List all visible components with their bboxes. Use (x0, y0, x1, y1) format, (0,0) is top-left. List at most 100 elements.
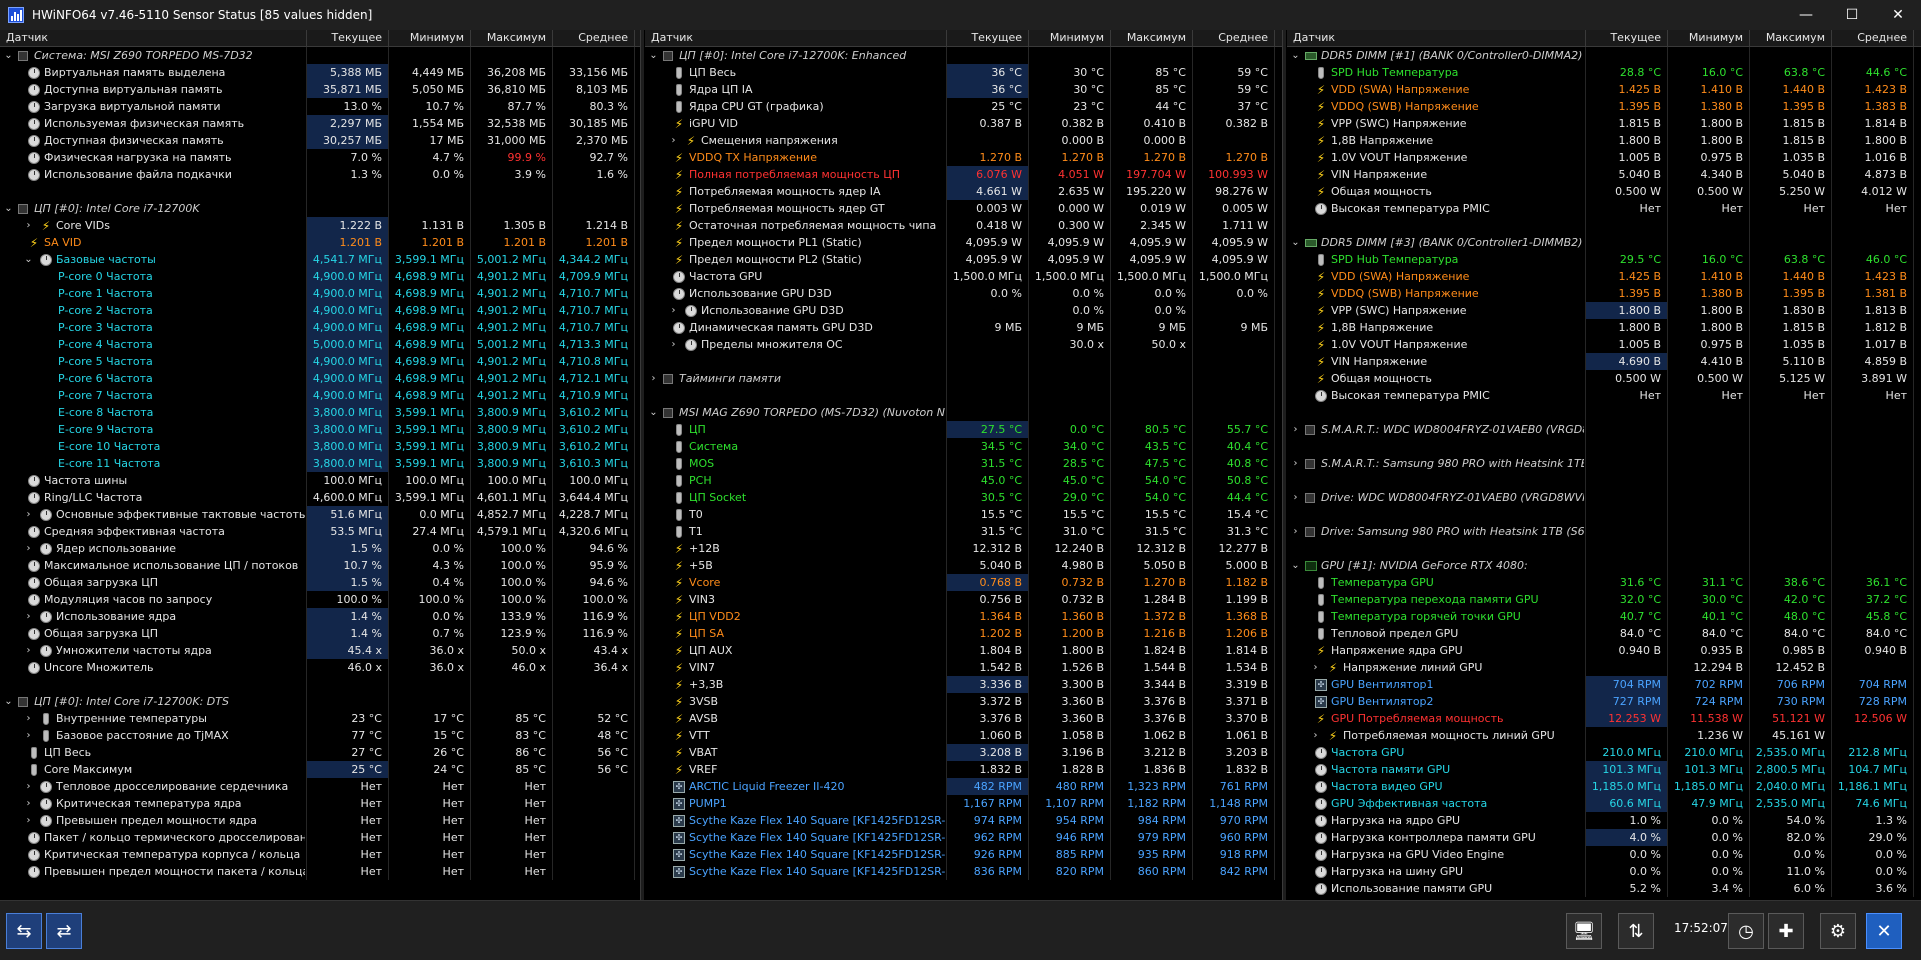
expand-icon[interactable]: › (1291, 424, 1300, 435)
minimize-button[interactable]: — (1783, 0, 1829, 30)
sensor-row[interactable]: Максимальное использование ЦП / потоков 1… (0, 557, 640, 574)
sensor-group-header[interactable]: › Drive: WDC WD8004FRYZ-01VAEB0 (VRGD8WVN… (1287, 489, 1921, 506)
sensor-row[interactable]: P-core 5 Частота 4,900.0 МГц 4,698.9 МГц 4,… (0, 353, 640, 370)
column-header-sensor[interactable]: Датчик (0, 30, 307, 46)
expand-icon[interactable]: › (669, 135, 678, 146)
sensor-row[interactable]: ⚡ VIN7 1.542 В 1.526 В 1.544 В 1.534 В (645, 659, 1282, 676)
navigate-right-button[interactable]: ⇄ (46, 913, 82, 949)
sensor-row[interactable]: ⚡ 3VSB 3.372 В 3.360 В 3.376 В 3.371 В (645, 693, 1282, 710)
sensor-row[interactable]: Система 34.5 °C 34.0 °C 43.5 °C 40.4 °C (645, 438, 1282, 455)
sensor-row[interactable]: P-core 1 Частота 4,900.0 МГц 4,698.9 МГц 4,… (0, 285, 640, 302)
sensor-row[interactable]: › Умножители частоты ядра 45.4 x 36.0 x 50.0… (0, 642, 640, 659)
sensor-row[interactable]: ⚡ AVSB 3.376 В 3.360 В 3.376 В 3.370 В (645, 710, 1282, 727)
sensor-row[interactable]: Нагрузка контроллера памяти GPU 4.0 % 0.0 … (1287, 829, 1921, 846)
sensor-row[interactable]: ⚡ 1.0V VOUT Напряжение 1.005 В 0.975 В 1.035… (1287, 336, 1921, 353)
sensor-row[interactable]: ⚡ VIN Напряжение 5.040 В 4.340 В 5.040 В 4.87… (1287, 166, 1921, 183)
sensor-group-header[interactable]: ⌄ DDR5 DIMM [#1] (BANK 0/Controller0-DIMM… (1287, 47, 1921, 64)
sensor-row[interactable]: Частота GPU 1,500.0 МГц 1,500.0 МГц 1,500.0… (645, 268, 1282, 285)
sensor-row[interactable]: Загрузка виртуальной памяти 13.0 % 10.7 % 8… (0, 98, 640, 115)
sensor-row[interactable]: P-core 7 Частота 4,900.0 МГц 4,698.9 МГц 4,… (0, 387, 640, 404)
expand-icon[interactable]: › (1291, 458, 1300, 469)
sensor-row[interactable]: Частота GPU 210.0 МГц 210.0 МГц 2,535.0 МГц… (1287, 744, 1921, 761)
sensor-row[interactable]: ⚡ VDDQ TX Напряжение 1.270 В 1.270 В 1.270 В… (645, 149, 1282, 166)
sensor-row[interactable]: ⚡ Остаточная потребляемая мощность чипа 0.… (645, 217, 1282, 234)
collapse-icon[interactable]: ⌄ (4, 50, 13, 61)
sensor-row[interactable]: T1 31.5 °C 31.0 °C 31.5 °C 31.3 °C (645, 523, 1282, 540)
sensor-row[interactable]: ⚡ Общая мощность 0.500 W 0.500 W 5.250 W 4.01… (1287, 183, 1921, 200)
sensor-row[interactable]: Частота шины 100.0 МГц 100.0 МГц 100.0 МГц 1… (0, 472, 640, 489)
close-app-button[interactable]: ✕ (1866, 913, 1902, 949)
collapse-icon[interactable]: ⌄ (24, 254, 33, 265)
sensor-row[interactable]: Uncore Множитель 46.0 x 36.0 x 46.0 x 36.4 x (0, 659, 640, 676)
sensor-row[interactable]: ⚡ VREF 1.832 В 1.828 В 1.836 В 1.832 В (645, 761, 1282, 778)
timer-button[interactable]: ◷ (1728, 913, 1764, 949)
sensor-row[interactable]: Общая загрузка ЦП 1.4 % 0.7 % 123.9 % 116.9 … (0, 625, 640, 642)
sensor-group-header[interactable]: ⌄ ЦП [#0]: Intel Core i7-12700K (0, 200, 640, 217)
sensor-row[interactable]: Использование файла подкачки 1.3 % 0.0 % 3.… (0, 166, 640, 183)
sensor-row[interactable]: ЦП 27.5 °C 0.0 °C 80.5 °C 55.7 °C (645, 421, 1282, 438)
sensor-group-header[interactable]: ⌄ DDR5 DIMM [#3] (BANK 0/Controller1-DIMM… (1287, 234, 1921, 251)
expand-icon[interactable]: › (24, 220, 33, 231)
sensor-row[interactable]: ⚡ VIN Напряжение 4.690 В 4.410 В 5.110 В 4.85… (1287, 353, 1921, 370)
sensor-row[interactable]: E-core 10 Частота 3,800.0 МГц 3,599.1 МГц 3… (0, 438, 640, 455)
panel-splitter[interactable] (640, 30, 644, 900)
sensor-row[interactable]: ⚡ Потребляемая мощность ядер GT 0.003 W 0.0… (645, 200, 1282, 217)
sensor-row[interactable]: Доступная физическая память 30,257 МБ 17 М… (0, 132, 640, 149)
sensor-row[interactable]: P-core 3 Частота 4,900.0 МГц 4,698.9 МГц 4,… (0, 319, 640, 336)
expand-icon[interactable]: › (1311, 662, 1320, 673)
sensor-row[interactable]: ⚡ +3,3В 3.336 В 3.300 В 3.344 В 3.319 В (645, 676, 1282, 693)
sensor-row[interactable]: Общая загрузка ЦП 1.5 % 0.4 % 100.0 % 94.6 % (0, 574, 640, 591)
expand-icon[interactable]: › (1311, 730, 1320, 741)
sensor-row[interactable]: ⚡ SA VID 1.201 В 1.201 В 1.201 В 1.201 В (0, 234, 640, 251)
expand-icon[interactable]: › (24, 645, 33, 656)
sensor-row[interactable]: Модуляция часов по запросу 100.0 % 100.0 %… (0, 591, 640, 608)
sensor-row[interactable]: › Использование ядра 1.4 % 0.0 % 133.9 % 116.… (0, 608, 640, 625)
sensor-row[interactable]: ЦП Весь 27 °C 26 °C 86 °C 56 °C (0, 744, 640, 761)
sensor-row[interactable]: SPD Hub Температура 28.8 °C 16.0 °C 63.8 °C… (1287, 64, 1921, 81)
column-header-current[interactable]: Текущее (307, 30, 389, 46)
sensor-row[interactable]: ✣ PUMP1 1,167 RPM 1,107 RPM 1,182 RPM 1,148 R… (645, 795, 1282, 812)
sensor-row[interactable]: ✣ Scythe Kaze Flex 140 Square [KF1425FD12… (645, 863, 1282, 880)
navigate-left-button[interactable]: ⇆ (6, 913, 42, 949)
sensor-row[interactable]: ✣ GPU Вентилятор2 727 RPM 724 RPM 730 RPM 728… (1287, 693, 1921, 710)
sensor-row[interactable]: ✣ Scythe Kaze Flex 140 Square [KF1425FD12… (645, 812, 1282, 829)
sensor-row[interactable]: ⚡ VDD (SWA) Напряжение 1.425 В 1.410 В 1.440… (1287, 81, 1921, 98)
sensor-row[interactable]: › Основные эффективные тактовые частоты 51… (0, 506, 640, 523)
expand-icon[interactable]: › (24, 611, 33, 622)
sensor-row[interactable]: ⚡ Предел мощности PL2 (Static) 4,095.9 W 4,… (645, 251, 1282, 268)
sensor-row[interactable]: ⚡ Полная потребляемая мощность ЦП 6.076 W4… (645, 166, 1282, 183)
sensor-group-header[interactable]: ⌄ ЦП [#0]: Intel Core i7-12700K: Enhanced (645, 47, 1282, 64)
expand-icon[interactable]: › (24, 798, 33, 809)
sensor-row[interactable]: Нагрузка на шину GPU 0.0 % 0.0 % 11.0 % 0.0 … (1287, 863, 1921, 880)
sensor-row[interactable]: › Внутренние температуры 23 °C 17 °C 85 °C 52… (0, 710, 640, 727)
close-window-button[interactable]: ✕ (1875, 0, 1921, 30)
maximize-button[interactable]: ☐ (1829, 0, 1875, 30)
column-header-min[interactable]: Минимум (1668, 30, 1750, 46)
sensor-row[interactable]: › Использование GPU D3D 0.0 % 0.0 % (645, 302, 1282, 319)
sensor-row[interactable]: Температура горячей точки GPU 40.7 °C 40.1… (1287, 608, 1921, 625)
sensor-row[interactable]: Критическая температура корпуса / кольца… (0, 846, 640, 863)
settings-button[interactable]: ⚙ (1820, 913, 1856, 949)
sensor-row[interactable]: ⚡ Напряжение ядра GPU 0.940 В 0.935 В 0.985 … (1287, 642, 1921, 659)
sensor-row[interactable]: ⚡ Vcore 0.768 В 0.732 В 1.270 В 1.182 В (645, 574, 1282, 591)
panel-splitter[interactable] (1282, 30, 1286, 900)
sensor-row[interactable]: Доступна виртуальная память 35,871 МБ 5,05… (0, 81, 640, 98)
sensor-row[interactable]: ⚡ +12В 12.312 В 12.240 В 12.312 В 12.277 В (645, 540, 1282, 557)
sensor-row[interactable]: Высокая температура PMIC Нет Нет Нет Нет (1287, 200, 1921, 217)
sensor-row[interactable]: ⚡ VPP (SWC) Напряжение 1.815 В 1.800 В 1.815… (1287, 115, 1921, 132)
sensor-row[interactable]: ✣ GPU Вентилятор1 704 RPM 702 RPM 706 RPM 704… (1287, 676, 1921, 693)
sensor-row[interactable]: ⚡ VIN3 0.756 В 0.732 В 1.284 В 1.199 В (645, 591, 1282, 608)
sensor-row[interactable]: › ⚡ Смещения напряжения 0.000 В 0.000 В (645, 132, 1282, 149)
sensor-row[interactable]: Использование памяти GPU 5.2 % 3.4 % 6.0 % 3… (1287, 880, 1921, 897)
sensor-row[interactable]: › Пределы множителя ОС 30.0 x 50.0 x (645, 336, 1282, 353)
sensor-row[interactable]: Нагрузка на GPU Video Engine 0.0 % 0.0 % 0.… (1287, 846, 1921, 863)
expand-icon[interactable]: › (1291, 492, 1300, 503)
sensor-row[interactable]: Виртуальная память выделена 5,388 МБ 4,449… (0, 64, 640, 81)
sensor-group-header[interactable]: › Тайминги памяти (645, 370, 1282, 387)
sensor-row[interactable]: ⚡ VBAT 3.208 В 3.196 В 3.212 В 3.203 В (645, 744, 1282, 761)
sensor-row[interactable]: ⚡ VTT 1.060 В 1.058 В 1.062 В 1.061 В (645, 727, 1282, 744)
sensor-row[interactable]: Динамическая память GPU D3D 9 МБ 9 МБ 9 МБ 9… (645, 319, 1282, 336)
collapse-icon[interactable]: ⌄ (1291, 560, 1300, 571)
sensor-row[interactable]: ⚡ VDD (SWA) Напряжение 1.425 В 1.410 В 1.440… (1287, 268, 1921, 285)
expand-icon[interactable]: › (24, 543, 33, 554)
